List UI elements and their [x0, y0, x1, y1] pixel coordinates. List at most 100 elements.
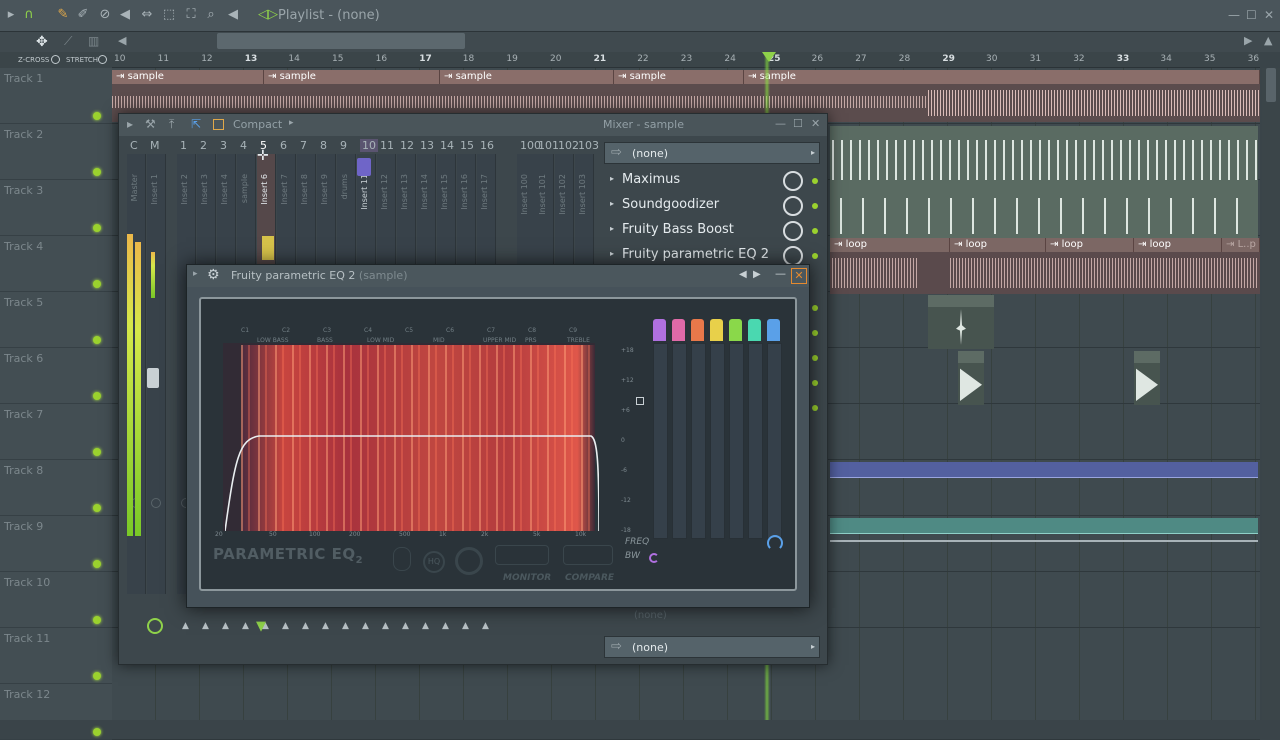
mixer-track-number[interactable]: 2 [200, 139, 207, 152]
mixer-track-number[interactable]: 11 [380, 139, 394, 152]
track-header[interactable]: Track 9 [0, 516, 112, 572]
bw-knob[interactable] [649, 553, 659, 563]
mixer-track-number[interactable]: 14 [440, 139, 454, 152]
playback-icon[interactable]: ◀ [226, 8, 240, 22]
monitor-button[interactable]: MONITOR [503, 573, 551, 583]
slot-led[interactable] [812, 355, 818, 361]
keyboard-icon[interactable]: ▥ [88, 34, 99, 48]
next-preset-icon[interactable]: ▶ [753, 269, 761, 280]
snap-icon[interactable]: ✥ [36, 34, 48, 50]
track-header[interactable]: Track 6 [0, 348, 112, 404]
route-arrow-icon[interactable]: ▲ [382, 621, 389, 631]
slot-led[interactable] [812, 405, 818, 411]
route-arrow-selected-icon[interactable]: ▼ [256, 619, 270, 634]
track-header[interactable]: Track 5 [0, 292, 112, 348]
horizontal-scrollbar[interactable]: ✥ ⟋ ▥ ◀ ▶ ▲ [0, 32, 1280, 52]
track-header[interactable]: Track 10 [0, 572, 112, 628]
playhead-marker-icon[interactable] [762, 52, 776, 62]
track-led[interactable] [93, 280, 101, 288]
band-4-fader[interactable] [710, 343, 725, 539]
track-header[interactable]: Track 4 [0, 236, 112, 292]
eq-titlebar[interactable]: ▸ ⚙ Fruity parametric EQ 2 (sample) ◀ ▶ … [187, 265, 809, 287]
band-5-fader[interactable] [729, 343, 744, 539]
clip-loop[interactable]: ⇥ loop [950, 238, 1046, 252]
slice-icon[interactable]: ⛶ [184, 8, 198, 22]
slot-led[interactable] [812, 203, 818, 209]
slot-led[interactable] [812, 305, 818, 311]
zoom-icon[interactable]: ⌕ [204, 8, 218, 22]
band-7-handle[interactable] [767, 319, 780, 341]
mixer-track-number[interactable]: 12 [400, 139, 414, 152]
slip-icon[interactable]: ⇔ [140, 8, 154, 22]
clip-loop[interactable]: ⇥ loop [1134, 238, 1222, 252]
delete-icon[interactable]: ⊘ [98, 8, 112, 22]
vertical-scrollbar[interactable] [1262, 68, 1280, 720]
track-led[interactable] [93, 616, 101, 624]
clip-fx-track6[interactable] [958, 351, 984, 405]
mixer-track-number[interactable]: C [130, 139, 138, 152]
route-arrow-icon[interactable]: ▲ [202, 621, 209, 631]
prev-preset-icon[interactable]: ◀ [739, 269, 747, 280]
route-arrow-icon[interactable]: ▲ [322, 621, 329, 631]
pencil-icon[interactable]: ✎ [56, 8, 70, 22]
select-icon[interactable]: ⬚ [162, 8, 176, 22]
mixer-track-number[interactable]: 4 [240, 139, 247, 152]
scroll-thumb[interactable] [217, 33, 465, 49]
track-header[interactable]: Track 7 [0, 404, 112, 460]
mixer-dropdown-icon[interactable]: ▸ [289, 118, 294, 128]
fx-slot-2[interactable]: ▸ Soundgoodizer [604, 194, 820, 218]
route-arrow-icon[interactable]: ▲ [182, 621, 189, 631]
slot-mix-knob[interactable] [783, 246, 803, 266]
clip-sample[interactable]: ⇥ sample [440, 70, 614, 84]
scroll-right-icon[interactable]: ▶ [1244, 34, 1252, 47]
route-arrow-icon[interactable]: ▲ [282, 621, 289, 631]
route-arrow-icon[interactable]: ▲ [242, 621, 249, 631]
band-3-fader[interactable] [691, 343, 706, 539]
clip-sample[interactable]: ⇥ sample [744, 70, 1260, 84]
route-arrow-icon[interactable]: ▲ [402, 621, 409, 631]
track-header[interactable]: Track 11 [0, 628, 112, 684]
mute-icon[interactable]: ◀ [118, 8, 132, 22]
fx-slot-3[interactable]: ▸ Fruity Bass Boost [604, 219, 820, 243]
mixer-compact-toggle[interactable] [213, 119, 224, 130]
track-led[interactable] [93, 336, 101, 344]
clip-sample[interactable]: ⇥ sample [614, 70, 744, 84]
band-6-fader[interactable] [748, 343, 763, 539]
compare-knobs[interactable] [563, 545, 613, 565]
mixer-track-number[interactable]: 101 [538, 139, 559, 152]
clip-fx-track5[interactable] [928, 295, 994, 349]
minimize-button[interactable]: — [1228, 8, 1240, 22]
hq-button[interactable]: HQ [423, 551, 445, 573]
track-led[interactable] [93, 112, 101, 120]
mixer-track-number[interactable]: 10 [360, 139, 378, 152]
input-select[interactable]: ⇨ (none) ▸ [604, 142, 820, 164]
mixer-track-number[interactable]: M [150, 139, 160, 152]
eq-close-button[interactable]: ✕ [791, 268, 807, 284]
clip-sample[interactable]: ⇥ sample [112, 70, 264, 84]
clip-loop[interactable]: ⇥ L..p [1222, 238, 1260, 252]
mixer-titlebar[interactable]: ▸ ⚒ ⤒ ⇱ Compact ▸ Mixer - sample — ☐ ✕ [119, 114, 827, 136]
mixer-track-number[interactable]: 13 [420, 139, 434, 152]
mixer-wrench-icon[interactable]: ⤒ [169, 117, 174, 132]
eq-minimize-button[interactable]: — [775, 267, 786, 280]
compact-label[interactable]: Compact [233, 118, 282, 131]
gain-handle[interactable] [636, 397, 644, 405]
mixer-link-icon[interactable]: ⇱ [191, 117, 201, 131]
clip-fx-track6b[interactable] [1134, 351, 1160, 405]
track-led[interactable] [93, 392, 101, 400]
mixer-track-number[interactable]: 16 [480, 139, 494, 152]
gear-icon[interactable]: ⚙ [207, 267, 220, 283]
freq-knob[interactable] [767, 535, 783, 551]
draw-icon[interactable]: ⟋ [64, 34, 72, 49]
band-5-handle[interactable] [729, 319, 742, 341]
compare-button[interactable]: COMPARE [565, 573, 614, 583]
paint-icon[interactable]: ✐ [76, 8, 90, 22]
track-led[interactable] [93, 224, 101, 232]
scroll-left-icon[interactable]: ◀ [118, 34, 126, 47]
mixer-track-number[interactable]: 7 [300, 139, 307, 152]
route-arrow-icon[interactable]: ▲ [362, 621, 369, 631]
fx-slot-1[interactable]: ▸ Maximus [604, 169, 820, 193]
mixer-track-number[interactable]: 102 [558, 139, 579, 152]
mixer-track-number[interactable]: 1 [180, 139, 187, 152]
route-arrow-icon[interactable]: ▲ [422, 621, 429, 631]
